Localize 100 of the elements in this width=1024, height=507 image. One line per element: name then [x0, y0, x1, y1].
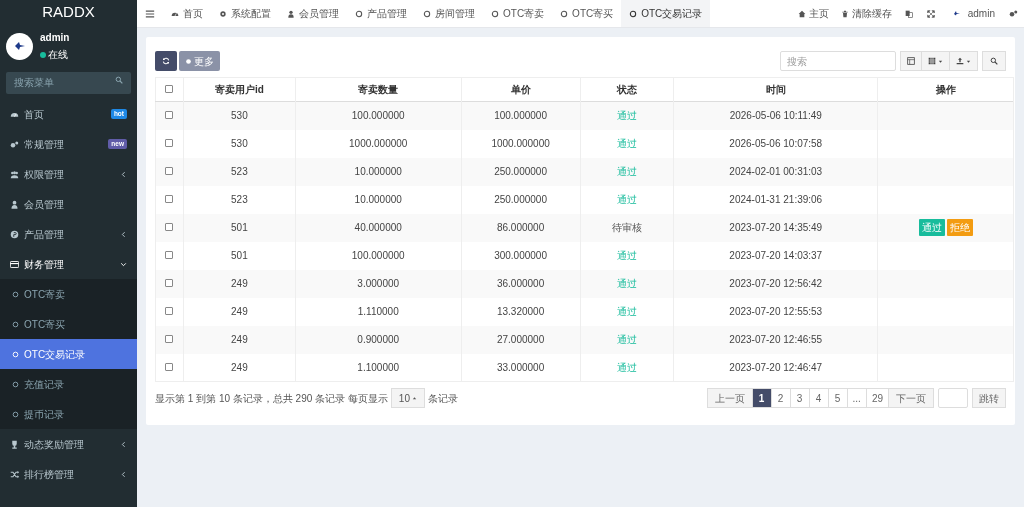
table-cell: 33.000000	[496, 361, 545, 373]
page-number-field[interactable]	[938, 388, 968, 408]
row-checkbox[interactable]	[165, 138, 174, 147]
jump-button[interactable]: 跳转	[972, 388, 1006, 408]
row-checkbox[interactable]	[165, 334, 174, 343]
row-checkbox[interactable]	[165, 194, 174, 203]
translate-icon	[904, 9, 913, 18]
nav-tab[interactable]: OTC寄卖	[483, 0, 553, 27]
pagination-summary: 显示第 1 到第 10 条记录，总共 290 条记录 每页显示	[155, 391, 388, 406]
table-cell: 1.110000	[357, 306, 399, 317]
search-icon	[115, 76, 123, 84]
table-cell: 501	[231, 250, 248, 261]
table-cell: 1000.000000	[349, 138, 408, 149]
circle-icon	[12, 320, 19, 328]
table-cell: 0.900000	[357, 334, 400, 345]
status-text: 通过	[616, 278, 637, 289]
table-cell: 13.320000	[496, 306, 545, 317]
chevron-icon	[120, 170, 127, 178]
status-text: 待审核	[611, 222, 642, 233]
table-cell: 10.000000	[354, 166, 402, 177]
nav-tab[interactable]: 产品管理	[347, 0, 415, 27]
status-text: 通过	[616, 110, 637, 122]
refresh-button[interactable]	[155, 51, 177, 71]
page-button[interactable]: ...	[847, 388, 867, 408]
previous-page-button[interactable]: 上一页	[706, 388, 753, 408]
gears-icon	[10, 139, 19, 149]
row-checkbox[interactable]	[165, 222, 174, 231]
nav-tab[interactable]: OTC交易记录	[621, 0, 711, 27]
row-checkbox[interactable]	[165, 306, 174, 315]
nav-tab[interactable]: 系统配置	[211, 0, 279, 27]
nav-tab[interactable]: 会员管理	[279, 0, 347, 27]
menu-item[interactable]: 产品管理	[0, 219, 137, 249]
submenu-item[interactable]: OTC寄卖	[0, 279, 137, 309]
row-checkbox[interactable]	[165, 278, 174, 287]
search-button[interactable]	[982, 51, 1006, 71]
chevron-icon	[120, 230, 127, 238]
home-link[interactable]: 主页	[791, 0, 835, 27]
column-header: 单价	[510, 84, 531, 95]
search-icon	[990, 57, 998, 65]
row-checkbox[interactable]	[165, 166, 174, 175]
table-cell: 2023-07-20 12:46:55	[729, 334, 823, 345]
select-all-checkbox[interactable]	[165, 85, 174, 93]
menu-item[interactable]: 排行榜管理	[0, 459, 137, 489]
submenu-item[interactable]: OTC寄买	[0, 309, 137, 339]
table-cell: 249	[231, 306, 248, 317]
table-cell: 10.000000	[354, 194, 402, 205]
table-cell: 2023-07-20 14:35:49	[729, 222, 823, 233]
nav-tab[interactable]: 首页	[163, 0, 211, 27]
table-cell: 36.000000	[496, 278, 545, 289]
caret-icon	[938, 58, 943, 64]
refresh-icon	[162, 57, 170, 65]
user-menu[interactable]: admin	[941, 0, 1003, 27]
row-checkbox[interactable]	[165, 362, 174, 371]
table-view-button[interactable]	[900, 51, 922, 71]
submenu-item[interactable]: 充值记录	[0, 369, 137, 399]
menu-item[interactable]: 会员管理	[0, 189, 137, 219]
menu-item[interactable]: 动态奖励管理	[0, 429, 137, 459]
circle-icon	[629, 9, 638, 18]
table-cell: 86.000000	[496, 222, 545, 233]
next-page-button[interactable]: 下一页	[889, 388, 934, 408]
search-field[interactable]: 搜索菜单	[6, 71, 131, 94]
nav-tab[interactable]: OTC寄买	[552, 0, 622, 27]
status-text: 通过	[616, 166, 637, 177]
table-cell: 1000.000000	[491, 138, 550, 149]
submenu-item[interactable]: 提币记录	[0, 399, 137, 429]
status-text: 通过	[616, 250, 637, 261]
row-checkbox[interactable]	[165, 250, 174, 259]
column-header: 时间	[765, 84, 786, 95]
column-header: 寄卖数量	[358, 84, 399, 95]
circle-icon	[12, 380, 19, 388]
page-button[interactable]: 29	[866, 388, 889, 408]
menu-item[interactable]: 权限管理	[0, 159, 137, 189]
caret-icon	[411, 395, 417, 401]
search-field[interactable]: 搜索	[780, 51, 896, 71]
table-cell: 2023-07-20 14:03:37	[729, 250, 823, 261]
circle-icon	[355, 9, 363, 18]
table-cell: 300.000000	[494, 250, 547, 261]
card-icon	[10, 259, 19, 269]
status-text: 通过	[616, 361, 637, 373]
table-cell: 250.000000	[494, 166, 547, 177]
clear-cache-link[interactable]: 清除缓存	[834, 0, 898, 27]
row-checkbox[interactable]	[165, 111, 174, 119]
submenu-item[interactable]: OTC交易记录	[0, 339, 137, 369]
caret-icon	[966, 58, 971, 64]
export-button[interactable]	[950, 51, 978, 71]
table-cell: 2024-01-31 21:39:06	[729, 194, 823, 205]
nav-tab[interactable]: 房间管理	[415, 0, 483, 27]
page-size-dropdown[interactable]: 10	[390, 388, 425, 408]
status-text: 通过	[616, 138, 637, 149]
status-text: 通过	[616, 334, 637, 345]
table-cell: 100.000000	[494, 110, 547, 122]
chevron-icon	[120, 470, 127, 478]
menu-item[interactable]: 财务管理	[0, 249, 137, 279]
user-icon	[287, 9, 295, 18]
columns-button[interactable]	[922, 51, 950, 71]
table-cell: 249	[231, 278, 248, 289]
column-header: 操作	[935, 84, 956, 95]
table-cell: 530	[231, 110, 248, 122]
user-name: admin	[40, 31, 70, 45]
brand-logo: RADDX	[41, 2, 96, 23]
